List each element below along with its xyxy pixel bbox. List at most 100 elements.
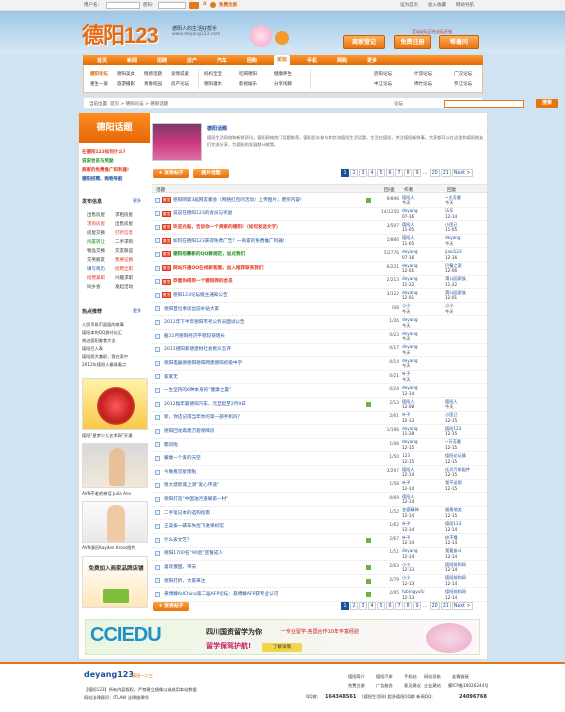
topic-title-link[interactable]: 德阳打造“中国油污道联第一村” (164, 496, 228, 502)
topic-title-link[interactable]: 截11月德阳经济平稳较快增长 (164, 333, 225, 339)
author-link[interactable]: deyang (402, 208, 418, 213)
table-row[interactable]: 置顶 如何在德阳123获得免费广告？一商家的免费推广利器! 1/866 德阳人 11-0… (152, 235, 487, 249)
footer-link[interactable]: 企业建站 (424, 683, 441, 689)
last-reply-user[interactable]: 德阳123 (445, 426, 461, 431)
footer-link[interactable]: 友情链接 (452, 674, 469, 680)
subnav-item[interactable]: 德阳论坛 (90, 71, 108, 77)
topic-title-link[interactable]: 德阳123论坛版主通知公告 (173, 292, 228, 298)
topic-title-link[interactable]: 二手笔记本的选购指南 (164, 510, 210, 516)
topic-title-link[interactable]: 德阳打折，大家来注 (164, 578, 205, 584)
topic-title-link[interactable]: 2012猴年最德阳汽车，元旦起至2月9日 (164, 401, 246, 407)
page-link[interactable]: 20 (429, 602, 440, 610)
table-row[interactable]: 德阳打折，大家来注 2/79 小小 12-13 德阳前和网 12-14 (152, 575, 487, 589)
topic-title-link[interactable]: 德阳1700名“90后”宣誓成人 (164, 550, 223, 556)
new-post-button[interactable]: + 发表帖子 (153, 169, 189, 178)
category-link[interactable]: 交友联谊 (115, 248, 133, 254)
last-reply-user[interactable]: 德阳人 (445, 399, 458, 404)
author-link[interactable]: 小小 (402, 575, 410, 580)
table-row[interactable]: 二手笔记本的选购指南 1/52 金德精神 12-14 雅角他笑 12-15 (152, 507, 487, 521)
last-reply-user[interactable]: 雅角他笑 (445, 507, 462, 512)
last-reply-user[interactable]: 小小 (445, 303, 453, 308)
page-link[interactable]: 7 (395, 602, 403, 610)
subnav-item[interactable]: 旅游摄影 (117, 81, 135, 87)
search-scope-select[interactable]: 论坛 (394, 101, 403, 107)
table-row[interactable]: 置顶 德阳网第3届网友聚会（网络红包的活动）上传图片，褒奖内容! 9/896 德阳人今… (152, 194, 487, 208)
author-link[interactable]: 小小 (402, 562, 410, 567)
table-row[interactable]: 2011年下半年德阳市考公务员面试公告 1/26 deyang 今天 (152, 316, 487, 330)
subnav-item[interactable]: 谈情说爱 (171, 71, 189, 77)
sidebar-promo[interactable]: 说说会员与奖励 (82, 158, 114, 164)
table-row[interactable]: 悬傅臻AdChina第二届AFP论坛：悬傅臻AFP获专业认可 2/95 fubing… (152, 588, 487, 602)
hot-item[interactable]: 人民币纸币面值的故事 (82, 321, 124, 329)
author-link[interactable]: 叶子 (402, 480, 410, 485)
last-reply-user[interactable]: ~芬芳夏 (445, 439, 461, 444)
nav-item-car[interactable]: 汽车 (217, 57, 227, 64)
thumb-caption[interactable]: AVN不老的神话 Julia Ann (82, 491, 152, 497)
thumb-image[interactable] (82, 378, 148, 430)
topic-title-link[interactable]: 什么表文艺？ (164, 537, 192, 543)
thumb-image[interactable] (82, 443, 148, 488)
author-link[interactable]: deyang (402, 548, 418, 553)
author-link[interactable]: 德阳人 (402, 222, 415, 227)
page-link[interactable]: 5 (377, 169, 385, 177)
topic-title-link[interactable]: 2011年下半年德阳市考公务员面试公告 (164, 319, 245, 325)
thumb-caption[interactable]: 德阳“星梦少儿艺术网”开通 (82, 433, 152, 439)
ad-banner[interactable]: CCIEDU 四川国资留学为你 一专业留学·各国合作10年丰富经验 留学保驾护航… (85, 619, 480, 655)
last-reply-user[interactable]: 小团己 (445, 412, 458, 417)
subnav-item[interactable]: 重生一族 (90, 81, 108, 87)
nav-item-shop[interactable]: 网购 (337, 57, 347, 64)
table-row[interactable]: 新，你还记得当年你的第一部手机吗？ 2/61 叶子 12-13 小团己 12-15 (152, 412, 487, 426)
table-row[interactable]: 置顶 说说在德阳123的会员与奖励 14/1250 deyang 07-16 乐乐 12-1… (152, 208, 487, 222)
table-row[interactable]: 置顶 德阳招募新的QQ群规范，加点我们 5/2776 deyang 07-16 jiaoi… (152, 248, 487, 262)
hot-item[interactable]: 德阳巴人表 (82, 345, 103, 353)
sidebar-promo[interactable]: 德阳招聘、购物导航 (82, 176, 123, 182)
author-link[interactable]: 叶子 (402, 412, 410, 417)
merchant-ad[interactable]: 免费加入商家品牌店铺 (82, 556, 148, 608)
banner-detail-button[interactable]: 了解详情 (262, 643, 302, 652)
table-row[interactable]: 置顶 网站开通QQ在线新客服，加入推荐联系我们 6/221 deyang 12-01 巴蜀… (152, 262, 487, 276)
category-link[interactable]: 求购房屋 (87, 221, 105, 227)
topic-title-link[interactable]: 欢迎光临，告诉你一个商家的德阳!（如何发送文字） (173, 224, 281, 230)
topic-title-link[interactable]: 今晚看流星雨啦 (164, 469, 196, 475)
author-link[interactable]: 叶子 (402, 521, 410, 526)
footer-icp[interactable]: 网站法律顾问：ITLAW 法律维律师 (84, 695, 149, 701)
table-row[interactable]: 喜欢俄国，带去 2/63 小小 12-13 德阳前和网 12-14 (152, 561, 487, 575)
font-size-icon[interactable]: A (203, 2, 206, 7)
nav-item-house[interactable]: 房产 (187, 57, 197, 64)
table-row[interactable]: 2012猴年最德阳汽车，元旦起至2月9日 2/13 德阳人 12-08 德阳人 今天 (152, 398, 487, 412)
page-link[interactable]: 21 (440, 602, 451, 610)
author-link[interactable]: fubingyufu (402, 589, 425, 594)
table-row[interactable]: 置顶 恭喜你得到一个德阳网的会员 2/213 deyang 11-22 渭公园家族 11-2… (152, 276, 487, 290)
category-link[interactable]: 兴趣求职 (115, 275, 133, 281)
page-link[interactable]: 3 (359, 169, 367, 177)
sidebar-promo[interactable]: 在德阳123如何什么? (82, 149, 126, 155)
topic-title-link[interactable]: 家家无 (164, 374, 178, 380)
search-input[interactable] (444, 100, 524, 108)
table-row[interactable]: 什么表文艺？ 2/67 叶子 12-14 你不懂 12-14 (152, 534, 487, 548)
author-link[interactable]: deyang (402, 358, 418, 363)
merchant-register-button[interactable]: 商家登记 (343, 35, 385, 49)
page-link[interactable]: 2 (350, 602, 358, 610)
table-row[interactable]: 家家无 0/21 叶子 今天 (152, 371, 487, 385)
topic-title-link[interactable]: 新，你还记得当年你的第一部手机吗？ (164, 414, 242, 420)
hot-item[interactable]: 德阳两大兼职，我在家中 (82, 353, 128, 361)
login-button[interactable] (189, 2, 199, 9)
category-link[interactable]: 房屋交换 (87, 230, 105, 236)
footer-logo[interactable]: deyang123 (84, 670, 134, 679)
footer-link[interactable]: 网站导航 (424, 674, 441, 680)
category-link[interactable]: 发起活动 (115, 284, 133, 290)
password-input[interactable] (158, 2, 186, 9)
author-link[interactable]: deyang (402, 317, 418, 322)
subnav-item[interactable]: 情感话题 (144, 71, 162, 77)
next-page-link[interactable]: Next > (451, 602, 473, 610)
last-reply-user[interactable]: 德阳论坛情 (445, 453, 466, 458)
table-row[interactable]: 德阳回龙再建万套保障房 1/196 deyang 11-28 德阳123 12-15 (152, 425, 487, 439)
hot-item[interactable]: 2012年德阳人最具看点 (82, 361, 126, 369)
author-link[interactable]: 德阳人 (402, 494, 415, 499)
topic-title-link[interactable]: 王美振一辆车失控飞进果树馆 (164, 523, 224, 529)
topic-title-link[interactable]: 德阳招募新的QQ群规范，加点我们 (173, 251, 245, 257)
hot-item[interactable]: 南边德阳美食大全 (82, 337, 116, 345)
thumb-caption[interactable]: AVN演员Kayden Kross图片 (82, 545, 152, 551)
post-info-more-link[interactable]: 更多 (133, 198, 141, 204)
subnav-item[interactable]: 青春校园 (144, 81, 162, 87)
